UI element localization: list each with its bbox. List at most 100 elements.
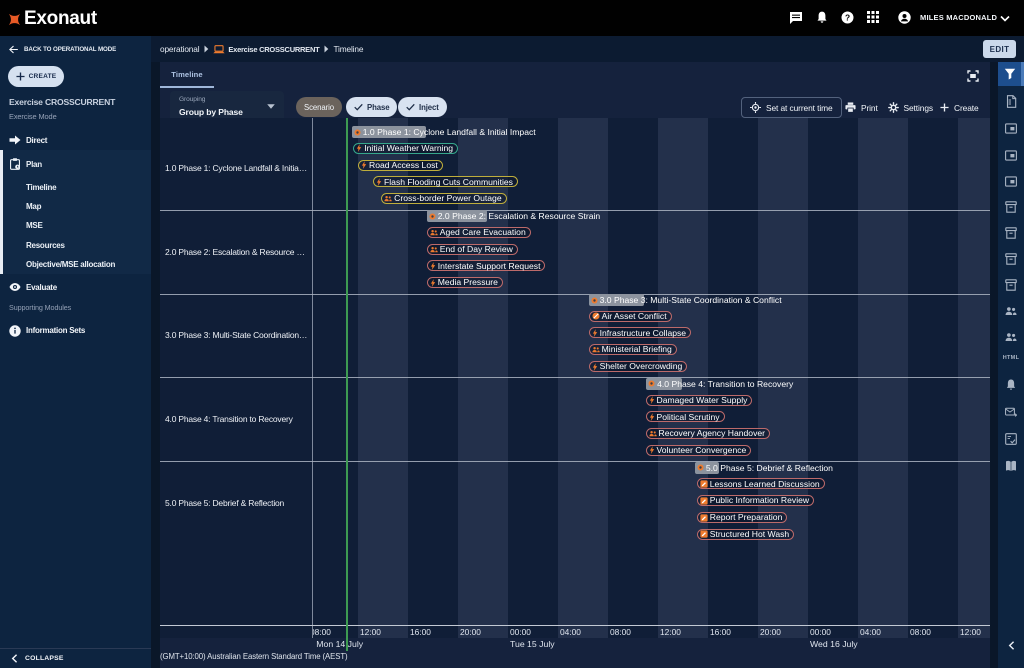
inject-pill[interactable]: Shelter Overcrowding [589,361,688,372]
panel-people-button[interactable] [998,324,1024,350]
html-panel-label[interactable]: HTML [998,355,1024,361]
panel-image-button[interactable] [998,115,1024,141]
chip-phase[interactable]: Phase [346,97,397,117]
panel-filter-button[interactable] [998,62,1024,86]
action-label: Settings [904,103,933,113]
inject-pill[interactable]: Road Access Lost [358,160,443,171]
inject-label: Ministerial Briefing [602,345,672,354]
panel-archive-button[interactable] [998,246,1024,272]
inject-pill[interactable]: Public Information Review [697,495,814,506]
panel-book-button[interactable] [998,453,1024,479]
breadcrumb-bar: operational Exercise CROSSCURRENT Timeline… [151,36,1024,62]
help-icon[interactable]: ? [841,11,854,24]
tab-timeline[interactable]: Timeline [160,62,214,88]
breadcrumb-item[interactable]: Exercise CROSSCURRENT [228,45,319,54]
breadcrumb-item[interactable]: operational [160,44,199,54]
sidebar-item-direct[interactable]: Direct [0,130,151,150]
inject-label: Flash Flooding Cuts Communities [384,178,513,187]
inject-pill[interactable]: Media Pressure [427,277,503,288]
plus-icon [16,72,25,81]
panel-file-button[interactable] [998,88,1024,114]
edit-icon [700,480,708,488]
panel-image-button[interactable] [998,142,1024,168]
collapse-panel-button[interactable] [998,632,1024,658]
inject-pill[interactable]: Aged Care Evacuation [427,227,531,238]
sidebar-item-evaluate[interactable]: Evaluate [0,277,151,297]
panel-people-button[interactable] [998,298,1024,324]
inject-pill[interactable]: Damaged Water Supply [646,395,753,406]
time-tick-label: 16:00 [710,627,731,637]
time-tick-label: 08:00 [312,627,331,637]
breadcrumb-item[interactable]: Timeline [333,44,363,54]
chip-inject[interactable]: Inject [398,97,447,117]
exercise-title: Exercise CROSSCURRENT [9,97,115,107]
print-button[interactable]: Print [845,97,878,118]
inject-label: Cross-border Power Outage [394,194,501,203]
inject-pill[interactable]: Political Scrutiny [646,411,725,422]
screen: Exonaut ?MILES MACDONALD BACK TO OPERATI… [0,0,1024,668]
bolt-icon [592,329,598,337]
archive-icon [1005,279,1017,291]
grouping-label: Grouping [179,96,205,103]
phase-icon [354,129,361,136]
panel-archive-button[interactable] [998,220,1024,246]
timezone-note: (GMT+10:00) Australian Eastern Standard … [160,652,348,661]
bell-icon[interactable] [816,11,828,24]
time-tick-label: 04:00 [560,627,581,637]
back-to-operational-mode-button[interactable]: BACK TO OPERATIONAL MODE [9,45,116,54]
collapse-sidebar-button[interactable]: COLLAPSE [11,649,64,668]
inject-pill[interactable]: Volunteer Convergence [646,445,752,456]
inject-pill[interactable]: Lessons Learned Discussion [697,478,825,489]
back-arrow-icon [9,45,18,54]
inject-pill[interactable]: Interstate Support Request [427,260,546,271]
phase-icon [429,213,436,220]
fullscreen-icon[interactable] [967,70,979,82]
sidebar: BACK TO OPERATIONAL MODE CREATE Exercise… [0,36,151,668]
grouping-select[interactable]: Grouping Group by Phase [170,91,284,122]
people-icon [430,246,438,253]
panel-bell-button[interactable] [998,372,1024,398]
phase-bar-label: 2.0 Phase 2: Escalation & Resource Strai… [438,211,600,221]
phase-bar-label: 3.0 Phase 3: Multi-State Coordination & … [600,295,782,305]
chip-scenario[interactable]: Scenario [296,97,342,117]
inject-pill[interactable]: Ministerial Briefing [589,344,677,355]
panel-archive-button[interactable] [998,194,1024,220]
create-button[interactable]: CREATE [8,66,64,87]
logo: Exonaut [7,8,97,30]
inject-pill[interactable]: Flash Flooding Cuts Communities [373,176,518,187]
image-icon [1005,176,1017,187]
create-button[interactable]: Create [940,97,979,118]
bell-icon [1005,379,1017,391]
inject-pill[interactable]: Report Preparation [697,512,788,523]
sidebar-item-information-sets[interactable]: Information Sets [0,321,151,341]
breadcrumb: operational Exercise CROSSCURRENT Timeline [160,36,363,62]
time-tick-label: 12:00 [360,627,381,637]
caret-down-icon[interactable] [1000,15,1010,22]
date-label: Wed 16 July [810,639,858,649]
time-tick-label: 20:00 [460,627,481,637]
panel-archive-button[interactable] [998,272,1024,298]
inject-pill[interactable]: Air Asset Conflict [589,311,672,322]
row-label-text: 5.0 Phase 5: Debrief & Reflection [165,498,284,508]
apps-icon[interactable] [867,11,879,23]
panel-image-button[interactable] [998,168,1024,194]
inject-pill[interactable]: Initial Weather Warning [353,143,458,154]
inject-pill[interactable]: Infrastructure Collapse [589,327,691,338]
edit-button[interactable]: EDIT [983,40,1016,58]
set-at-current-time-button[interactable]: Set at current time [741,97,842,118]
people-icon [1005,306,1017,316]
account-icon[interactable] [898,11,911,24]
settings-button[interactable]: Settings [888,97,933,118]
inject-pill[interactable]: Cross-border Power Outage [381,193,506,204]
edit-icon [700,514,708,522]
inject-label: Structured Hot Wash [710,530,789,539]
inject-label: Volunteer Convergence [657,446,747,455]
inject-pill[interactable]: End of Day Review [427,244,518,255]
gear-icon [888,102,899,113]
panel-form-check-button[interactable] [998,426,1024,452]
inject-pill[interactable]: Structured Hot Wash [697,529,794,540]
panel-mail-forward-button[interactable] [998,399,1024,425]
chat-icon[interactable] [789,11,803,25]
inject-pill[interactable]: Recovery Agency Handover [646,428,771,439]
plus-icon [940,103,949,112]
